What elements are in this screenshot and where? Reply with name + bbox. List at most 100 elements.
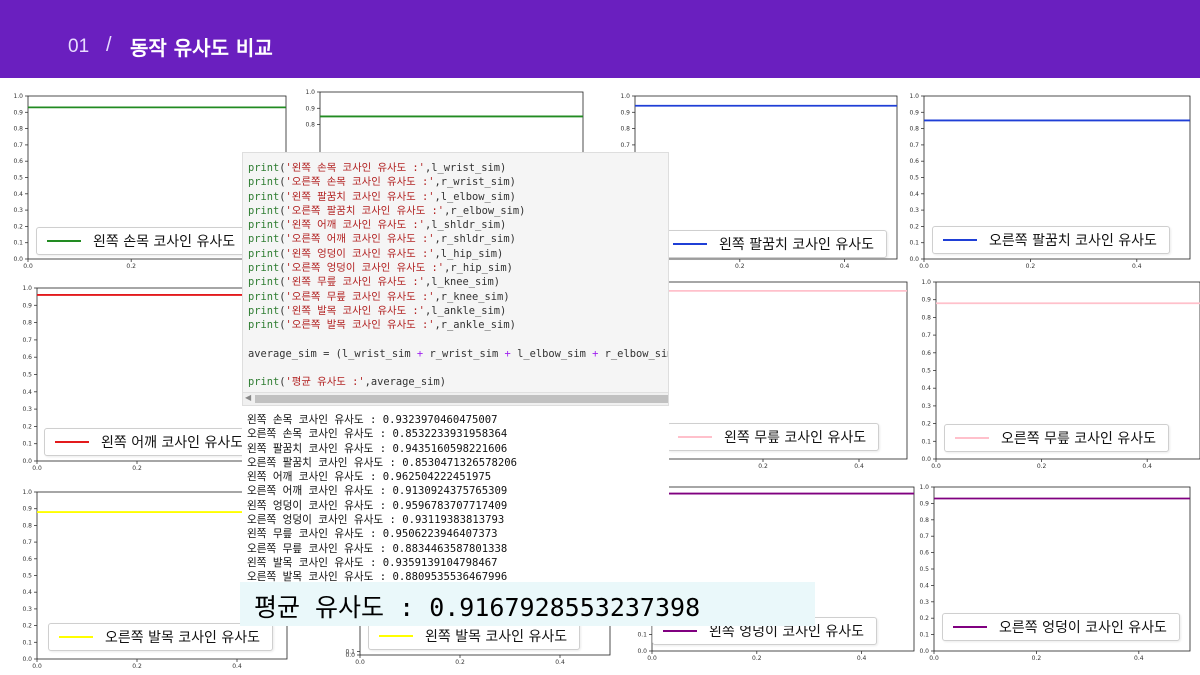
y-tick-label: 0.9 (13, 109, 23, 116)
chart-legend: 왼쪽 손목 코사인 유사도 (36, 227, 249, 255)
code-line: print('오른쪽 무릎 코사인 유사도 :',r_knee_sim) (248, 290, 668, 304)
x-tick-label: 0.2 (132, 465, 142, 472)
y-tick-label: 0.2 (13, 223, 23, 230)
output-line: 오른쪽 손목 코사인 유사도 : 0.8532233931958364 (247, 428, 508, 441)
x-tick-label: 0.2 (1037, 463, 1047, 470)
code-variable: ,r_ankle_sim) (434, 319, 516, 332)
x-tick-label: 0.0 (355, 659, 365, 666)
code-line: print('왼쪽 어깨 코사인 유사도 :',l_shldr_sim) (248, 218, 668, 232)
y-tick-label: 0.5 (22, 372, 32, 379)
y-tick-label: 0.6 (919, 550, 929, 557)
code-line: print('왼쪽 발목 코사인 유사도 :',l_ankle_sim) (248, 304, 668, 318)
y-tick-label: 0.1 (919, 632, 929, 639)
code-variable: ,r_shldr_sim) (434, 233, 516, 246)
legend-label: 오른쪽 무릎 코사인 유사도 (1001, 431, 1157, 447)
y-tick-label: 0.4 (22, 589, 32, 596)
average-result: 평균 유사도 : 0.9167928553237398 (254, 593, 701, 622)
output-line: 왼쪽 손목 코사인 유사도 : 0.9323970460475007 (247, 414, 498, 426)
y-tick-label: 0.1 (637, 632, 647, 639)
x-tick-label: 0.4 (555, 659, 565, 666)
y-tick-label: 1.0 (919, 484, 929, 491)
y-tick-label: 0.4 (919, 582, 929, 589)
y-tick-label: 1.0 (13, 93, 23, 100)
code-cell[interactable]: print('왼쪽 손목 코사인 유사도 :',l_wrist_sim) prin… (242, 152, 669, 406)
code-operator: + (585, 347, 605, 360)
code-string: '왼쪽 팔꿈치 코사인 유사도 :' (285, 190, 435, 203)
x-tick-label: 0.4 (232, 663, 242, 670)
legend-label: 오른쪽 팔꿈치 코사인 유사도 (989, 233, 1157, 249)
y-tick-label: 0.6 (921, 350, 931, 357)
code-line: average_sim = (l_wrist_sim + r_wrist_sim… (248, 347, 668, 361)
horizontal-scrollbar[interactable]: ◀ (243, 392, 668, 405)
code-string: '오른쪽 엉덩이 코사인 유사도 :' (285, 262, 445, 275)
code-variable: l_elbow_sim (517, 347, 586, 360)
y-tick-label: 0.6 (22, 556, 32, 563)
y-tick-label: 0.1 (909, 240, 919, 247)
slide-header: 01 / 동작 유사도 비교 (0, 0, 1200, 78)
code-keyword: print (248, 262, 280, 275)
y-tick-label: 1.0 (909, 93, 919, 100)
average-highlight: 평균 유사도 : 0.9167928553237398 (240, 582, 815, 626)
output-line: 왼쪽 팔꿈치 코사인 유사도 : 0.9435160598221606 (247, 442, 508, 455)
legend-swatch (943, 239, 977, 241)
legend-swatch (953, 626, 987, 628)
y-tick-label: 0.9 (22, 302, 32, 309)
scrollbar-thumb[interactable] (255, 395, 668, 403)
chart-legend: 왼쪽 어깨 코사인 유사도 (44, 428, 257, 456)
scroll-left-icon[interactable]: ◀ (245, 393, 251, 402)
y-tick-label: 0.8 (22, 522, 32, 529)
y-tick-label: 0.9 (909, 109, 919, 116)
x-tick-label: 0.4 (854, 463, 864, 470)
y-tick-label: 0.5 (919, 566, 929, 573)
legend-label: 왼쪽 손목 코사인 유사도 (93, 234, 236, 250)
y-tick-label: 0.2 (919, 615, 929, 622)
code-line: print('오른쪽 팔꿈치 코사인 유사도 :',r_elbow_sim) (248, 204, 668, 218)
y-tick-label: 0.8 (22, 320, 32, 327)
code-string: '왼쪽 엉덩이 코사인 유사도 :' (285, 247, 435, 260)
y-tick-label: 0.0 (22, 458, 32, 465)
code-string: '왼쪽 발목 코사인 유사도 :' (285, 304, 425, 317)
legend-swatch (47, 240, 81, 242)
legend-swatch (59, 636, 93, 638)
y-tick-label: 0.4 (909, 191, 919, 198)
x-tick-label: 0.2 (752, 655, 762, 662)
code-keyword: print (248, 290, 280, 303)
chart-legend: 왼쪽 팔꿈치 코사인 유사도 (662, 230, 888, 258)
code-editor[interactable]: print('왼쪽 손목 코사인 유사도 :',l_wrist_sim) prin… (248, 161, 668, 390)
chart-legend: 오른쪽 무릎 코사인 유사도 (944, 424, 1170, 452)
code-variable: r_elbow_sim (604, 347, 669, 360)
code-variable: ,l_wrist_sim) (424, 162, 507, 174)
code-string: '왼쪽 어깨 코사인 유사도 :' (285, 219, 425, 232)
legend-swatch (55, 441, 89, 443)
legend-label: 왼쪽 팔꿈치 코사인 유사도 (719, 237, 875, 253)
y-tick-label: 0.5 (22, 573, 32, 580)
code-line: print('오른쪽 어깨 코사인 유사도 :',r_shldr_sim) (248, 232, 668, 246)
code-variable: ,r_knee_sim) (434, 290, 510, 303)
y-tick-label: 0.4 (921, 385, 931, 392)
code-variable: ,r_wrist_sim) (434, 176, 516, 189)
code-variable: ,r_elbow_sim) (444, 204, 526, 217)
x-tick-label: 0.0 (32, 663, 42, 670)
y-tick-label: 0.2 (22, 423, 32, 430)
output-line: 오른쪽 어깨 코사인 유사도 : 0.9130924375765309 (247, 485, 508, 498)
section-number: 01 (68, 36, 90, 57)
y-tick-label: 0.8 (921, 314, 931, 321)
code-string: '왼쪽 무릎 코사인 유사도 :' (285, 276, 425, 289)
y-tick-label: 1.0 (22, 285, 32, 292)
code-variable: ,l_elbow_sim) (434, 190, 516, 203)
code-variable: ,average_sim) (364, 376, 446, 389)
code-string: '오른쪽 손목 코사인 유사도 :' (285, 176, 435, 189)
x-tick-label: 0.4 (840, 263, 850, 270)
x-tick-label: 0.2 (735, 263, 745, 270)
y-tick-label: 0.3 (909, 207, 919, 214)
page-title: 동작 유사도 비교 (130, 36, 273, 60)
y-tick-label: 0.0 (22, 656, 32, 663)
code-keyword: print (248, 219, 280, 232)
code-keyword: print (248, 376, 280, 389)
code-operator: + (410, 347, 430, 360)
x-tick-label: 0.2 (1032, 655, 1042, 662)
chart-legend: 왼쪽 발목 코사인 유사도 (368, 622, 581, 650)
code-string: '오른쪽 무릎 코사인 유사도 :' (285, 290, 435, 303)
y-tick-label: 0.7 (13, 142, 23, 149)
code-keyword: print (248, 190, 280, 203)
